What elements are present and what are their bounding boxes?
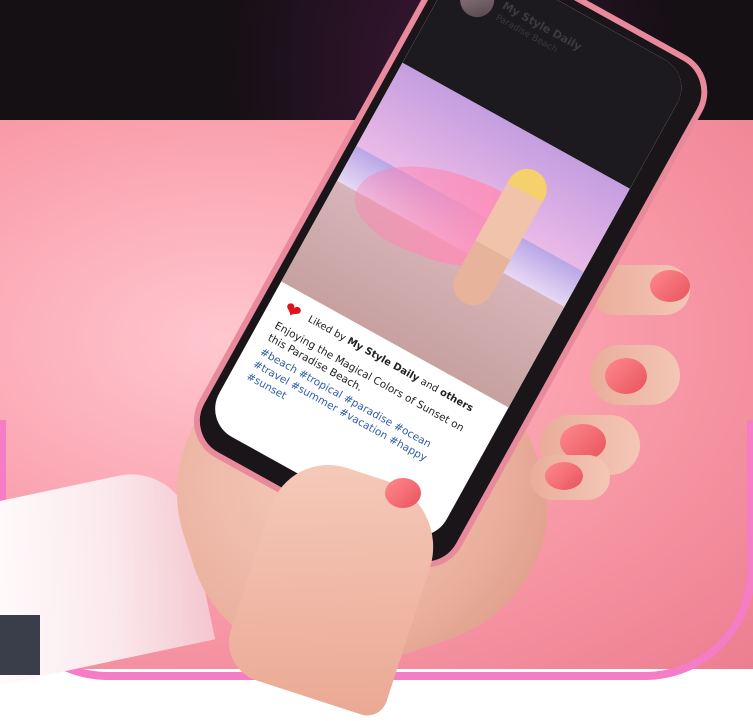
nail-pointing — [385, 478, 421, 508]
dark-sleeve — [0, 615, 40, 675]
nail-middle — [605, 358, 647, 394]
liked-and: and — [418, 376, 441, 396]
nail-pinky — [545, 462, 583, 490]
background-scene: My Style Daily Paradise Beach ❤ Liked by… — [0, 0, 753, 721]
nail-ring — [650, 270, 690, 302]
heart-icon[interactable]: ❤ — [280, 296, 306, 325]
